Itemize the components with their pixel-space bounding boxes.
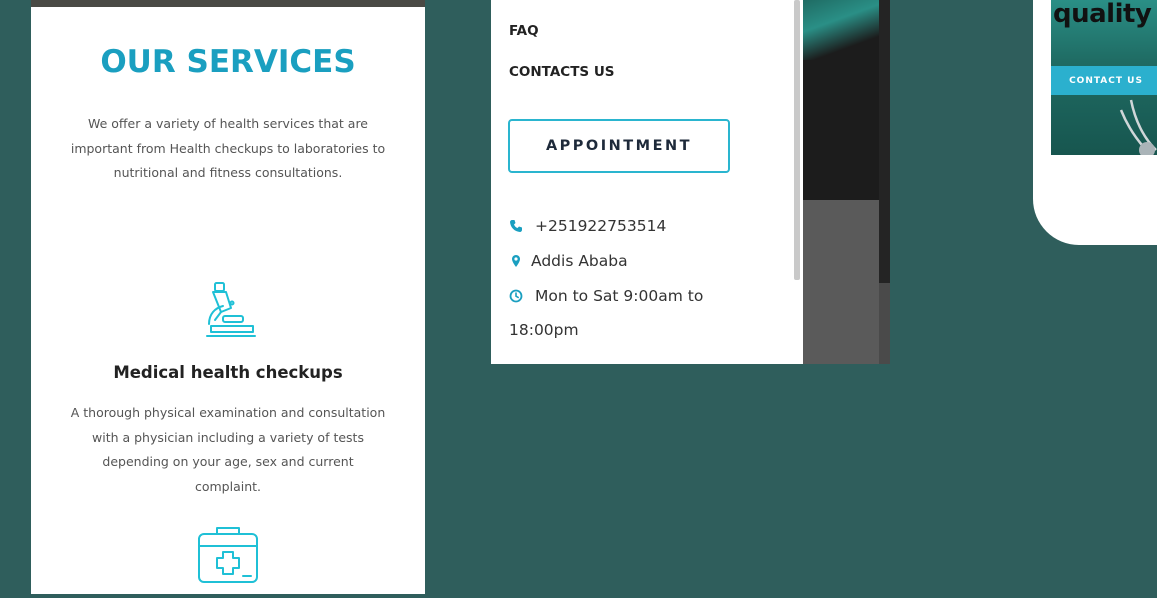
photo-scrubs — [803, 0, 890, 60]
clock-icon — [509, 289, 523, 303]
map-marker-icon — [512, 255, 520, 267]
hero-card: quality CONTACT US — [1033, 0, 1157, 245]
hero-headline: quality — [1053, 0, 1152, 29]
phone-icon — [510, 220, 522, 232]
photo-edge-lower — [879, 283, 890, 364]
service-title: Medical health checkups — [113, 363, 343, 382]
hours-row: Mon to Sat 9:00am to — [509, 287, 703, 305]
services-title: OUR SERVICES — [100, 44, 356, 80]
first-aid-kit-icon — [198, 527, 258, 583]
nav-link-contacts[interactable]: CONTACTS US — [509, 64, 615, 80]
appointment-button[interactable]: APPOINTMENT — [508, 119, 730, 173]
photo-overlay — [803, 200, 879, 364]
contact-us-button[interactable]: CONTACT US — [1051, 66, 1157, 95]
menu-scrollbar[interactable] — [794, 0, 800, 280]
service-description: A thorough physical examination and cons… — [70, 405, 386, 494]
services-panel: OUR SERVICES We offer a variety of healt… — [31, 0, 425, 594]
hours-text: Mon to Sat 9:00am to — [535, 287, 704, 305]
background-photo — [803, 0, 890, 364]
services-top-bar — [31, 0, 425, 7]
phone-row: +251922753514 — [509, 217, 666, 235]
microscope-icon — [206, 282, 256, 337]
mobile-menu-panel: FAQ CONTACTS US APPOINTMENT +25192275351… — [491, 0, 803, 364]
services-intro: We offer a variety of health services th… — [70, 116, 386, 180]
nav-link-faq[interactable]: FAQ — [509, 23, 539, 39]
location-row: Addis Ababa — [509, 252, 628, 270]
phone-number: +251922753514 — [535, 217, 667, 235]
hours-text-continued: 18:00pm — [509, 321, 579, 339]
location-text: Addis Ababa — [531, 252, 628, 270]
